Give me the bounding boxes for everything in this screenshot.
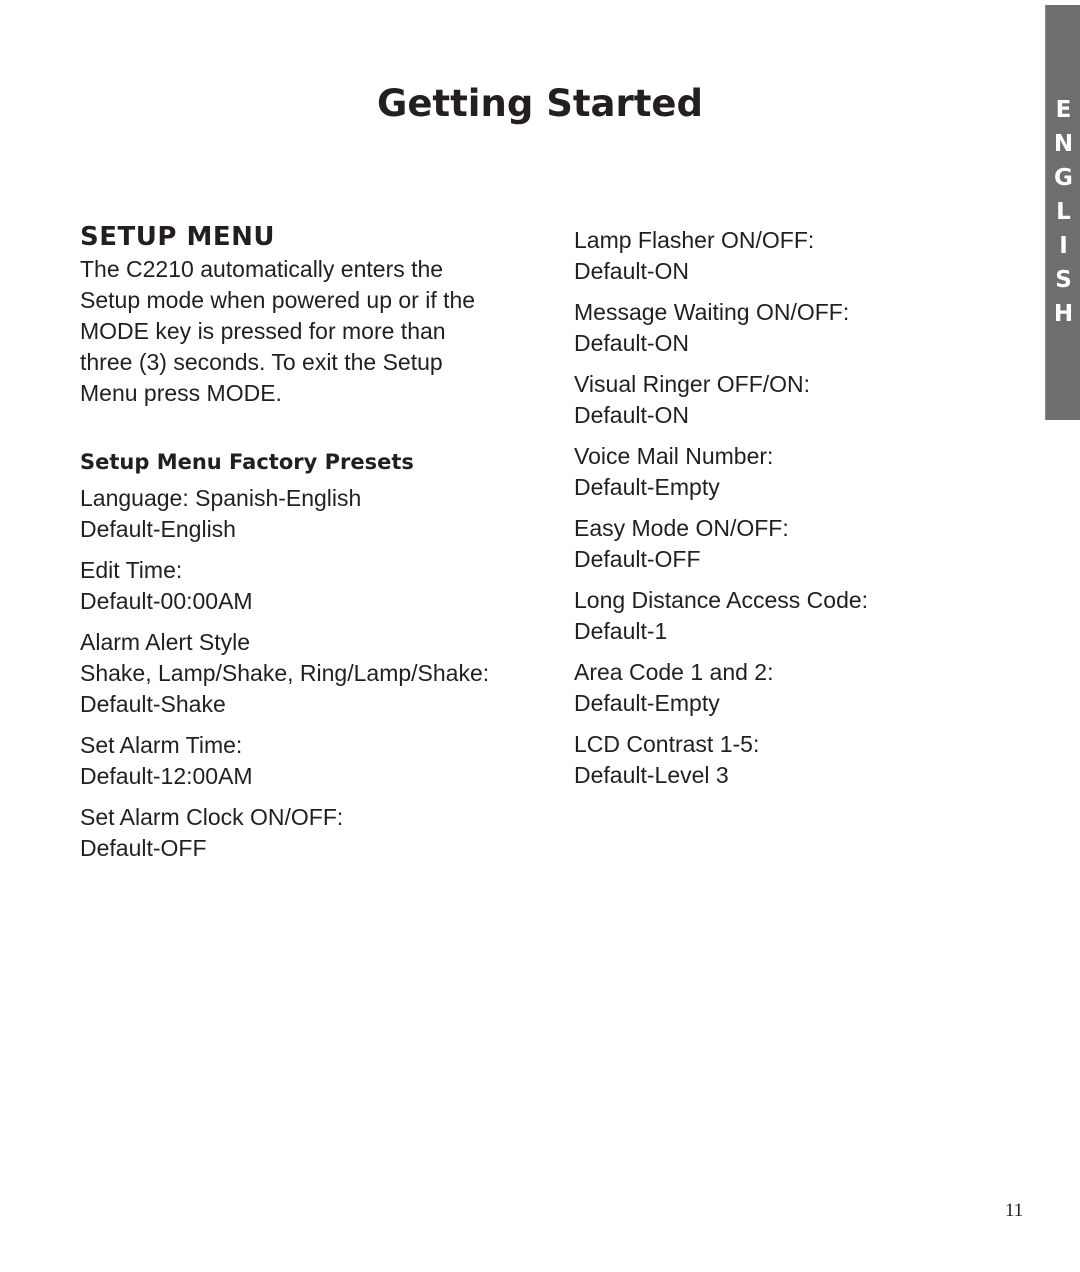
preset-item: Long Distance Access Code: Default-1 (574, 585, 1014, 647)
preset-label: Voice Mail Number: (574, 443, 774, 469)
preset-default: Default-OFF (574, 546, 701, 572)
preset-item: Edit Time: Default-00:00AM (80, 555, 520, 617)
preset-default: Default-OFF (80, 835, 207, 861)
subsection-heading: Setup Menu Factory Presets (80, 450, 414, 474)
intro-paragraph: The C2210 automatically enters the Setup… (80, 254, 520, 409)
intro-line: three (3) seconds. To exit the Setup (80, 349, 443, 375)
preset-item: Alarm Alert Style Shake, Lamp/Shake, Ring… (80, 627, 520, 720)
right-column: Lamp Flasher ON/OFF: Default-ON Message Wa… (574, 225, 1014, 801)
preset-item: Voice Mail Number: Default-Empty (574, 441, 1014, 503)
preset-item: Lamp Flasher ON/OFF: Default-ON (574, 225, 1014, 287)
preset-default: Default-ON (574, 402, 690, 428)
preset-default: Default-ON (574, 330, 690, 356)
preset-item: Language: Spanish-English Default-English (80, 483, 520, 545)
intro-line: Menu press MODE. (80, 380, 282, 406)
preset-label: Long Distance Access Code: (574, 587, 869, 613)
preset-default: Default-Empty (574, 690, 720, 716)
preset-label: Set Alarm Clock ON/OFF: (80, 804, 344, 830)
side-tab-letter: G (1054, 165, 1073, 191)
right-preset-list: Lamp Flasher ON/OFF: Default-ON Message Wa… (574, 225, 1014, 791)
section-heading: SETUP MENU (80, 222, 275, 252)
preset-label: Language: Spanish-English (80, 485, 362, 511)
intro-line: The C2210 automatically enters the (80, 256, 444, 282)
preset-item: Easy Mode ON/OFF: Default-OFF (574, 513, 1014, 575)
preset-label: Set Alarm Time: (80, 732, 243, 758)
preset-default: Default-1 (574, 618, 668, 644)
side-tab-letter: H (1053, 301, 1074, 327)
left-column: SETUP MENU The C2210 automatically enter… (80, 220, 520, 874)
side-tab-letter: N (1053, 131, 1074, 157)
preset-default: Default-12:00AM (80, 763, 253, 789)
preset-default: Default-ON (574, 258, 690, 284)
preset-label: Alarm Alert Style (80, 629, 250, 655)
language-side-tab: E N G L I S H (1045, 5, 1080, 420)
preset-label: Area Code 1 and 2: (574, 659, 774, 685)
preset-item: Set Alarm Time: Default-12:00AM (80, 730, 520, 792)
preset-default: Default-Empty (574, 474, 720, 500)
side-tab-letter: S (1055, 267, 1072, 293)
preset-label: LCD Contrast 1-5: (574, 731, 760, 757)
preset-label: Easy Mode ON/OFF: (574, 515, 789, 541)
preset-item: Area Code 1 and 2: Default-Empty (574, 657, 1014, 719)
preset-default: Default-English (80, 516, 236, 542)
preset-default: Default-Shake (80, 691, 226, 717)
page-title: Getting Started (376, 82, 704, 125)
preset-item: Visual Ringer OFF/ON: Default-ON (574, 369, 1014, 431)
preset-label: Visual Ringer OFF/ON: (574, 371, 811, 397)
preset-default: Default-00:00AM (80, 588, 253, 614)
preset-label: Edit Time: (80, 557, 183, 583)
preset-item: Set Alarm Clock ON/OFF: Default-OFF (80, 802, 520, 864)
preset-default: Default-Level 3 (574, 762, 729, 788)
intro-line: Setup mode when powered up or if the (80, 287, 476, 313)
left-preset-list: Language: Spanish-English Default-English… (80, 483, 520, 864)
side-tab-letter: L (1056, 199, 1071, 225)
side-tab-letter: I (1059, 233, 1068, 259)
preset-label: Shake, Lamp/Shake, Ring/Lamp/Shake: (80, 660, 490, 686)
intro-line: MODE key is pressed for more than (80, 318, 446, 344)
preset-item: Message Waiting ON/OFF: Default-ON (574, 297, 1014, 359)
page-number: 11 (1005, 1200, 1024, 1221)
side-tab-letter: E (1055, 97, 1072, 123)
preset-item: LCD Contrast 1-5: Default-Level 3 (574, 729, 1014, 791)
preset-label: Message Waiting ON/OFF: (574, 299, 850, 325)
preset-label: Lamp Flasher ON/OFF: (574, 227, 815, 253)
